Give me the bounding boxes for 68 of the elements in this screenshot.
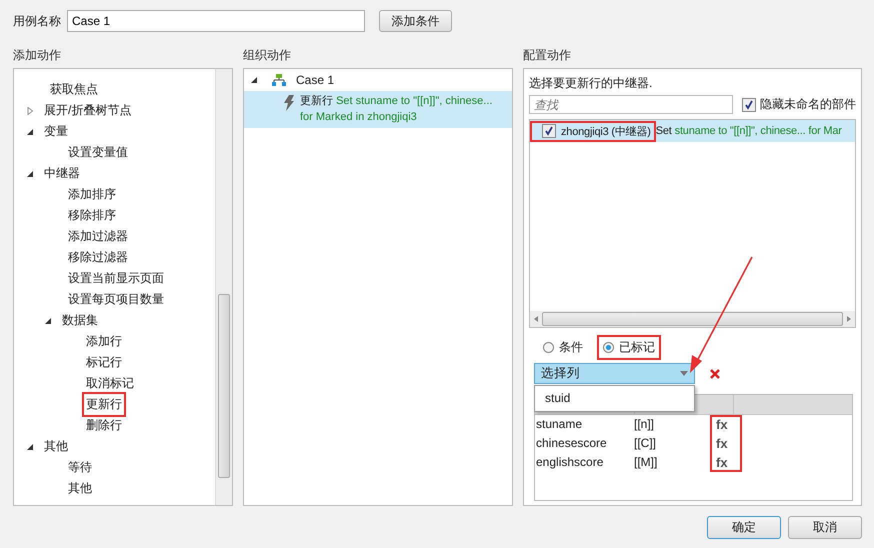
case-name-label: 用例名称 [13, 12, 61, 30]
widget-name: zhongjiqi3 (中继器) [561, 124, 651, 138]
delete-icon[interactable] [710, 368, 720, 378]
section-title: 配置动作 [523, 47, 572, 64]
ok-button[interactable]: 确定 [707, 516, 781, 539]
lightning-icon [284, 95, 294, 111]
tree-item[interactable]: 变量 [44, 123, 68, 140]
radio-option[interactable]: 条件 [537, 334, 589, 360]
action-description: Set stuname to "[[n]]", chinese... [336, 95, 492, 107]
tree-item[interactable]: 其他 [44, 438, 68, 455]
caret-icon [680, 371, 688, 376]
expanded-triangle-icon[interactable] [44, 316, 52, 324]
action-description: stuname to "[[n]]", chinese... for Mar [674, 125, 842, 137]
instruction-text: 选择要更新行的中继器. [529, 75, 654, 92]
expanded-triangle-icon[interactable] [26, 128, 34, 136]
table-cell-text: [[n]] [634, 416, 656, 433]
cancel-button[interactable]: 取消 [788, 516, 862, 539]
section-title: 添加动作 [13, 47, 62, 64]
tree-item[interactable]: 设置每页项目数量 [68, 291, 164, 308]
action-description: for Marked in zhongjiqi3 [300, 111, 417, 123]
tree-item[interactable]: 取消标记 [86, 375, 134, 392]
radio-option[interactable]: 已标记 [597, 334, 661, 360]
tree-item[interactable]: 展开/折叠树节点 [44, 102, 132, 119]
function-button[interactable]: fx [716, 434, 736, 453]
tree-item[interactable]: 添加过滤器 [68, 228, 128, 245]
action-verb: Set [656, 125, 672, 137]
function-button[interactable]: fx [716, 453, 736, 472]
table-cell-text: stuname [535, 416, 584, 433]
tree-item[interactable]: 数据集 [62, 312, 98, 329]
tree-item[interactable]: 等待 [68, 459, 92, 476]
tree-item[interactable]: 移除过滤器 [68, 249, 128, 266]
tree-item[interactable]: 删除行 [86, 417, 122, 434]
collapsed-triangle-icon[interactable] [26, 106, 34, 114]
scrollbar[interactable] [530, 311, 855, 327]
expanded-triangle-icon[interactable] [26, 170, 34, 178]
scrollbar[interactable] [215, 69, 232, 505]
scroll-right-arrow-icon[interactable] [847, 316, 851, 322]
action-row[interactable]: 更新行 Set stuname to "[[n]]", chinese... for Marked in zhongjiqi3 [244, 91, 512, 128]
case-name-field[interactable]: Case 1 [67, 10, 365, 32]
search-field[interactable]: 查找 [529, 95, 733, 114]
expanded-triangle-icon[interactable] [250, 76, 258, 84]
checkbox-label: 隐藏未命名的部件 [760, 96, 856, 113]
tree-item[interactable]: 添加行 [86, 333, 122, 350]
tree-item[interactable]: 移除排序 [68, 207, 116, 224]
checkbox[interactable] [542, 124, 556, 138]
action-name: 更新行 [300, 95, 333, 107]
table-cell-text: chinesescore [535, 435, 608, 452]
expanded-triangle-icon[interactable] [26, 442, 34, 450]
scroll-left-arrow-icon[interactable] [534, 316, 538, 322]
tree-item[interactable]: 设置变量值 [68, 144, 128, 161]
add-condition-button[interactable]: 添加条件 [379, 10, 452, 32]
function-button[interactable]: fx [716, 415, 736, 434]
tree-item[interactable]: 中继器 [44, 165, 80, 182]
case-label[interactable]: Case 1 [296, 73, 334, 87]
section-title: 组织动作 [243, 47, 292, 64]
menu-item[interactable]: stuid [535, 386, 694, 411]
table-cell-text: [[C]] [634, 435, 658, 452]
tree-item[interactable]: 设置当前显示页面 [68, 270, 164, 287]
checkbox[interactable] [742, 98, 756, 112]
hierarchy-icon [272, 74, 286, 86]
widget-row[interactable]: zhongjiqi3 (中继器) Set stuname to "[[n]]", chinese... for Mar [530, 120, 855, 142]
table-cell-text: englishscore [535, 454, 604, 471]
table-cell-text: [[M]] [634, 454, 658, 471]
tree-item[interactable]: 其他 [68, 480, 92, 497]
tree-item[interactable]: 获取焦点 [50, 81, 98, 98]
tree-item[interactable]: 标记行 [86, 354, 122, 371]
column-dropdown[interactable]: 选择列 [534, 363, 695, 384]
tree-item[interactable]: 添加排序 [68, 186, 116, 203]
